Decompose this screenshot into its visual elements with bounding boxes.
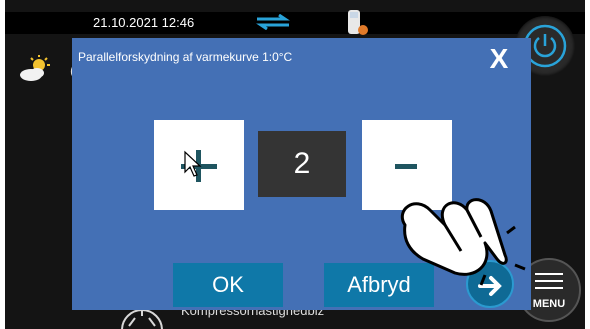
mouse-cursor-icon	[184, 150, 202, 177]
pointing-hand-icon	[400, 198, 526, 286]
value-display: 2	[258, 131, 346, 197]
datetime-label: 21.10.2021 12:46	[93, 15, 195, 30]
sync-arrows-icon	[256, 14, 290, 30]
device-screen: 21.10.2021 12:46 ( Kompressorhastighedbi…	[5, 0, 585, 329]
close-button[interactable]: X	[484, 44, 514, 74]
dialog-title: Parallelforskydning af varmekurve 1:0°C	[78, 50, 293, 64]
sun-cloud-icon	[20, 55, 50, 81]
water-tank-icon	[348, 10, 368, 35]
status-bar	[5, 12, 585, 34]
ok-button[interactable]: OK	[173, 263, 283, 307]
